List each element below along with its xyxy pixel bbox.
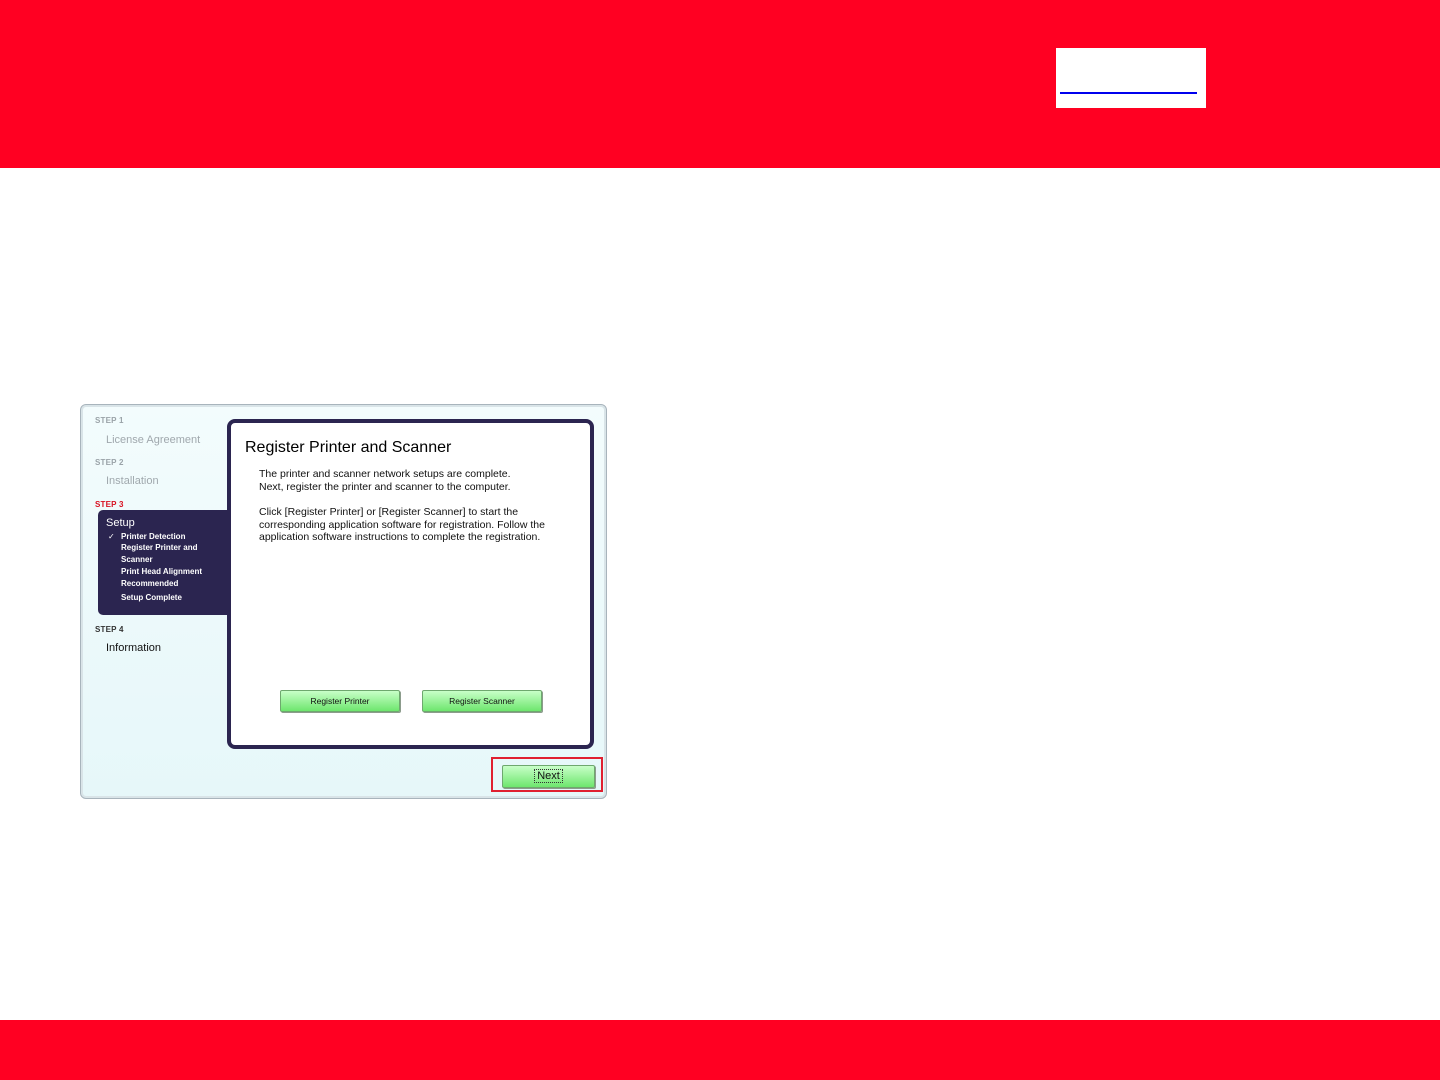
step1-title: License Agreement: [106, 434, 201, 446]
setup-item-register: Register Printer and Scanner: [121, 543, 198, 564]
step1-label: STEP 1: [95, 416, 124, 425]
next-button[interactable]: Next: [502, 765, 595, 788]
top-banner: [0, 0, 1440, 168]
step4-label: STEP 4: [95, 625, 124, 634]
step3-label: STEP 3: [95, 500, 124, 509]
installer-window: STEP 1 License Agreement STEP 2 Installa…: [80, 404, 607, 799]
step3-title: Setup: [106, 517, 135, 529]
check-icon: ✓: [108, 532, 115, 541]
panel-title: Register Printer and Scanner: [245, 439, 452, 456]
content-panel: Register Printer and Scanner The printer…: [227, 419, 594, 749]
panel-text-line2: Next, register the printer and scanner t…: [259, 481, 511, 493]
next-button-label: Next: [534, 769, 563, 783]
setup-item-complete: Setup Complete: [121, 593, 182, 602]
panel-text-para2: Click [Register Printer] or [Register Sc…: [259, 506, 545, 543]
register-scanner-button[interactable]: Register Scanner: [422, 690, 542, 712]
step-sidebar: STEP 1 License Agreement STEP 2 Installa…: [81, 405, 229, 798]
bottom-banner: [0, 1020, 1440, 1080]
step2-title: Installation: [106, 475, 159, 487]
header-link-box[interactable]: [1056, 48, 1206, 108]
header-link-underline[interactable]: [1060, 92, 1197, 94]
step3-setup-block: Setup ✓ Printer Detection Register Print…: [98, 510, 229, 615]
step4-title: Information: [106, 642, 162, 654]
setup-item-head-alignment: Print Head Alignment Recommended: [121, 567, 203, 588]
panel-text-line1: The printer and scanner network setups a…: [259, 468, 511, 480]
step2-label: STEP 2: [95, 458, 124, 467]
register-printer-button[interactable]: Register Printer: [280, 690, 400, 712]
